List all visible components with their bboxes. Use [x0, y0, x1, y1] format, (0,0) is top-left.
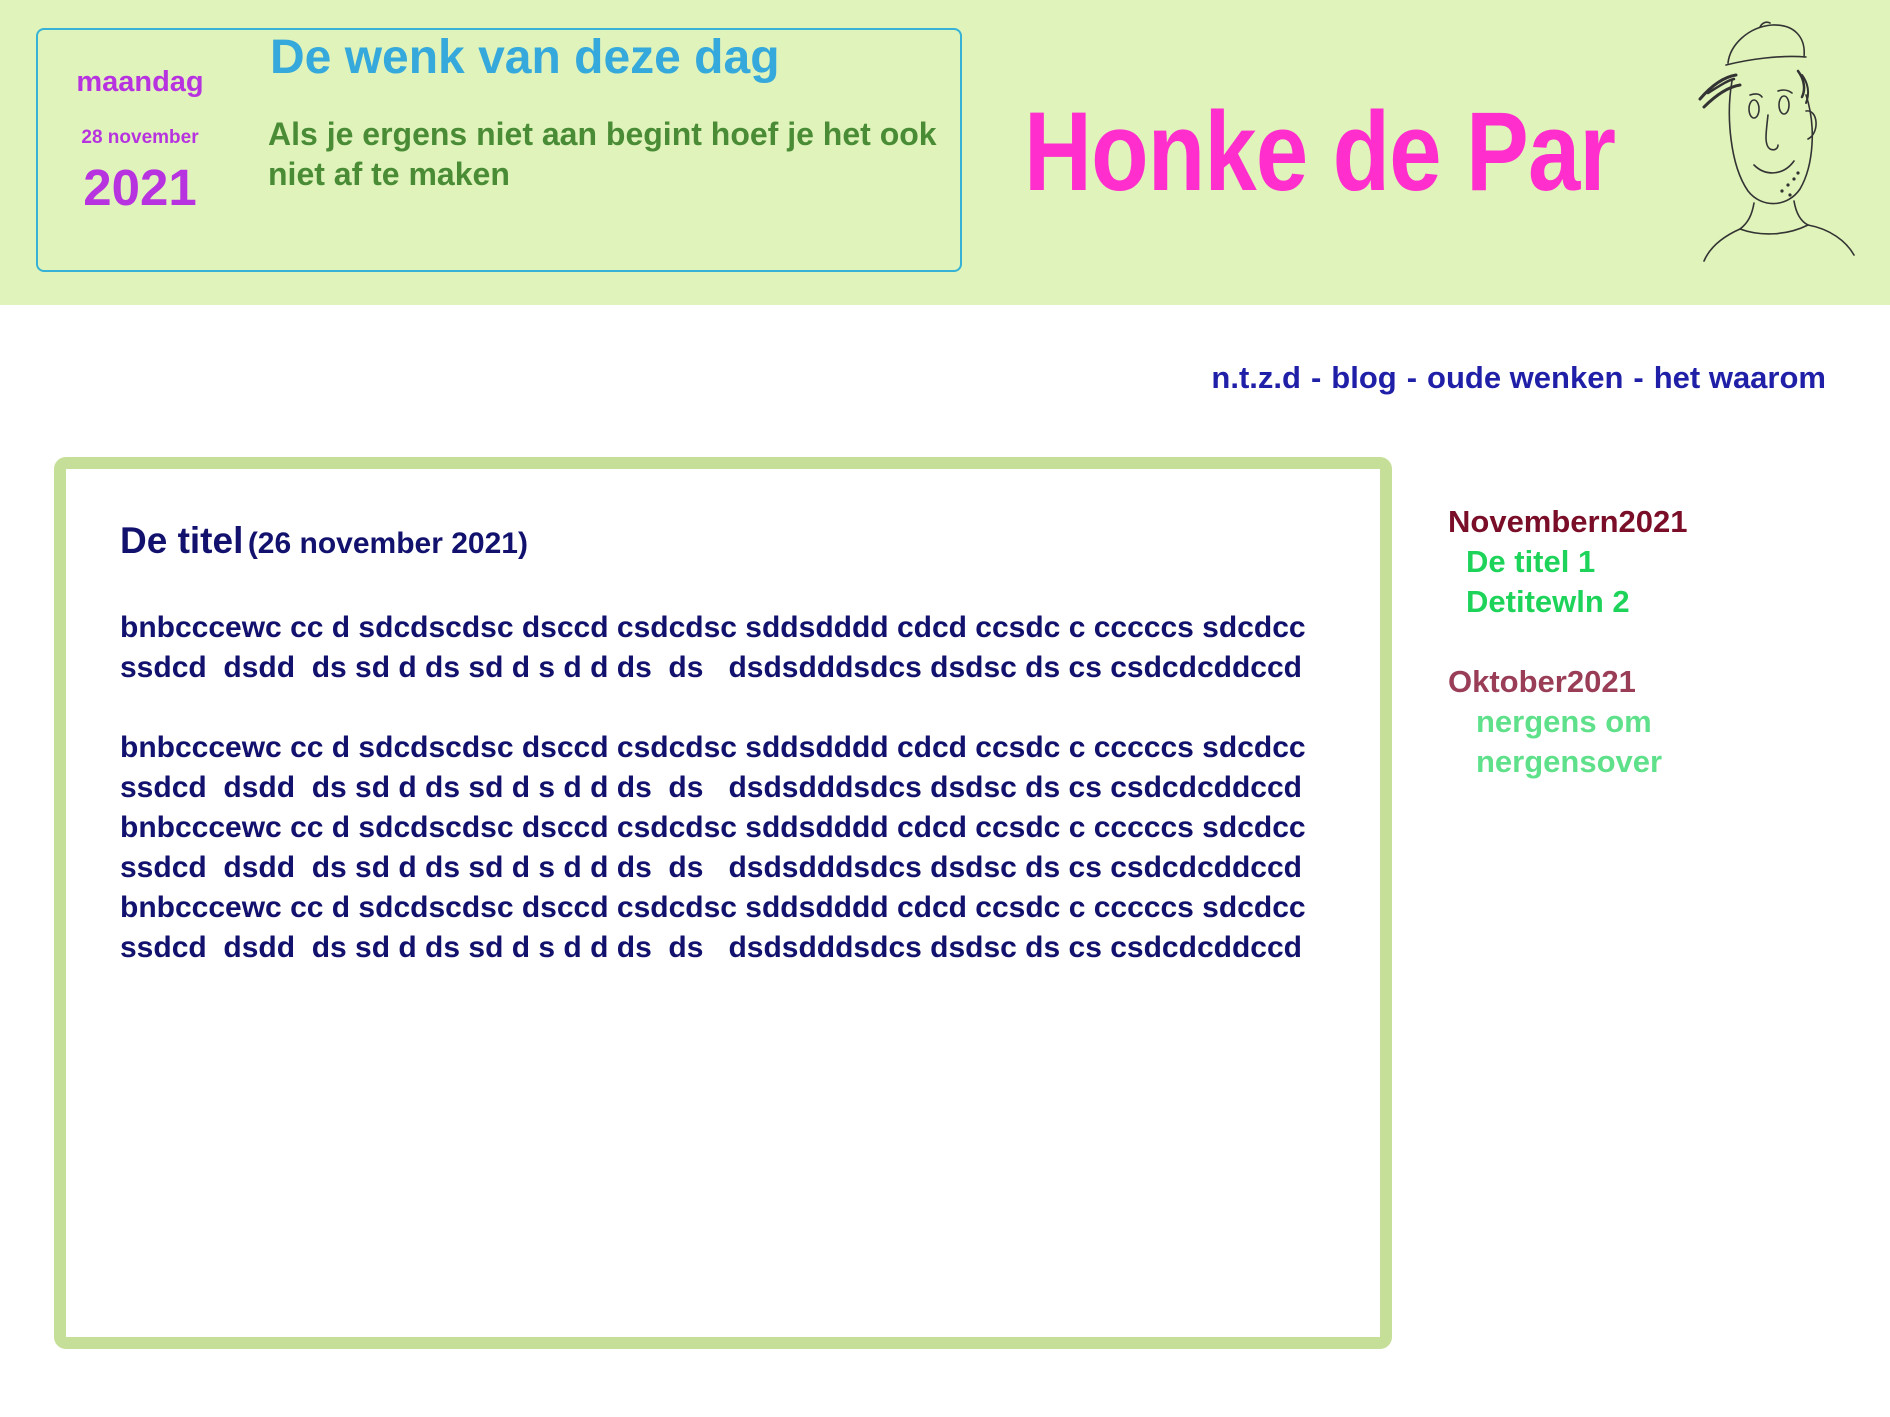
nav-separator: -	[1406, 360, 1418, 395]
post-body: bnbcccewc cc d sdcdscdsc dsccd csdcdsc s…	[120, 608, 1360, 968]
post-paragraph: bnbcccewc cc d sdcdscdsc dsccd csdcdsc s…	[120, 811, 1314, 884]
header: maandag 28 november 2021 De wenk van dez…	[0, 0, 1890, 305]
tip-title: De wenk van deze dag	[270, 31, 780, 84]
avatar-drawing-icon	[1698, 21, 1855, 262]
site-title[interactable]: Honke de Par	[1024, 92, 1616, 212]
post-paragraph: bnbcccewc cc d sdcdscdsc dsccd csdcdsc s…	[120, 611, 1314, 684]
archive-group-november: Novembern2021 De titel 1 Detitewln 2	[1448, 502, 1688, 622]
archive-post-link[interactable]: Detitewln 2	[1448, 582, 1688, 622]
archive-month-heading[interactable]: Oktober2021	[1448, 662, 1688, 702]
archive-group-oktober: Oktober2021 nergens om nergensover	[1448, 662, 1688, 782]
archive-sidebar: Novembern2021 De titel 1 Detitewln 2 Okt…	[1448, 502, 1688, 782]
archive-month-heading[interactable]: Novembern2021	[1448, 502, 1688, 542]
post-title: De titel	[120, 520, 244, 561]
nav-separator: -	[1310, 360, 1322, 395]
nav-link-oude-wenken[interactable]: oude wenken	[1427, 360, 1623, 395]
nav-link-het-waarom[interactable]: het waarom	[1654, 360, 1826, 395]
nav-link-blog[interactable]: blog	[1331, 360, 1396, 395]
date-weekday: maandag	[76, 66, 204, 98]
nav-separator: -	[1633, 360, 1644, 395]
post-paragraph: bnbcccewc cc d sdcdscdsc dsccd csdcdsc s…	[120, 891, 1314, 964]
archive-post-link[interactable]: De titel 1	[1448, 542, 1688, 582]
post-date: (26 november 2021)	[247, 527, 528, 560]
post-heading: De titel (26 november 2021)	[120, 520, 528, 562]
archive-post-link[interactable]: nergens om	[1448, 702, 1688, 742]
main-navigation: n.t.z.d - blog - oude wenken - het waarom	[1090, 360, 1826, 396]
post-paragraph: bnbcccewc cc d sdcdscdsc dsccd csdcdsc s…	[120, 731, 1314, 804]
archive-post-link[interactable]: nergensover	[1448, 742, 1688, 782]
date-day-month: 28 november	[81, 127, 199, 148]
nav-link-ntzd[interactable]: n.t.z.d	[1211, 360, 1301, 395]
date-year: 2021	[83, 159, 197, 216]
tip-text: Als je ergens niet aan begint hoef je he…	[268, 116, 937, 192]
